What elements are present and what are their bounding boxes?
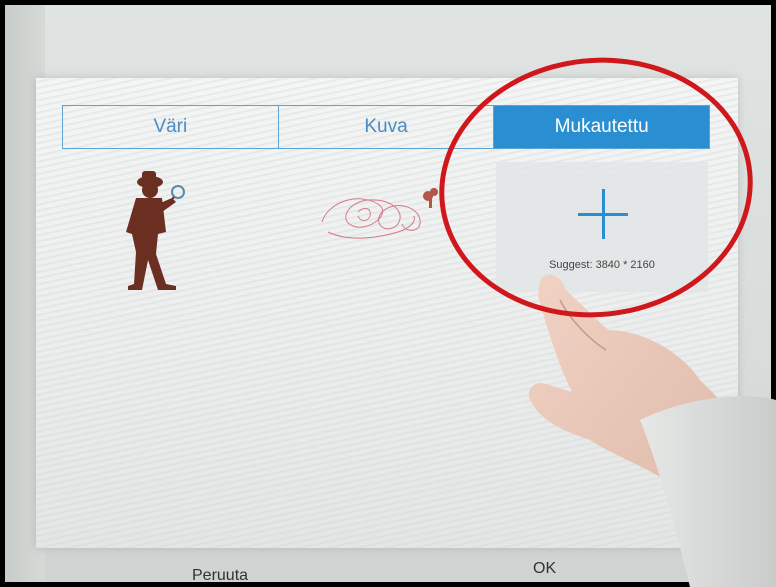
ok-button[interactable]: OK bbox=[533, 560, 556, 578]
doodle-thumbnail[interactable] bbox=[298, 162, 498, 292]
doodle-sketch-icon bbox=[321, 188, 438, 239]
detective-thumbnail[interactable] bbox=[92, 162, 292, 292]
custom-image-upload-tile[interactable]: Suggest: 3840 * 2160 bbox=[496, 162, 708, 292]
background-picker-dialog: Väri Kuva Mukautettu Suggest: 3840 * 216… bbox=[36, 78, 738, 548]
background-type-tabs: Väri Kuva Mukautettu bbox=[62, 105, 710, 149]
detective-silhouette-icon bbox=[126, 171, 185, 290]
plus-icon bbox=[578, 189, 628, 239]
cancel-button[interactable]: Peruuta bbox=[192, 567, 248, 585]
tab-color[interactable]: Väri bbox=[63, 106, 279, 148]
tab-image[interactable]: Kuva bbox=[279, 106, 495, 148]
suggested-resolution-label: Suggest: 3840 * 2160 bbox=[549, 259, 655, 271]
tab-custom[interactable]: Mukautettu bbox=[494, 106, 710, 148]
